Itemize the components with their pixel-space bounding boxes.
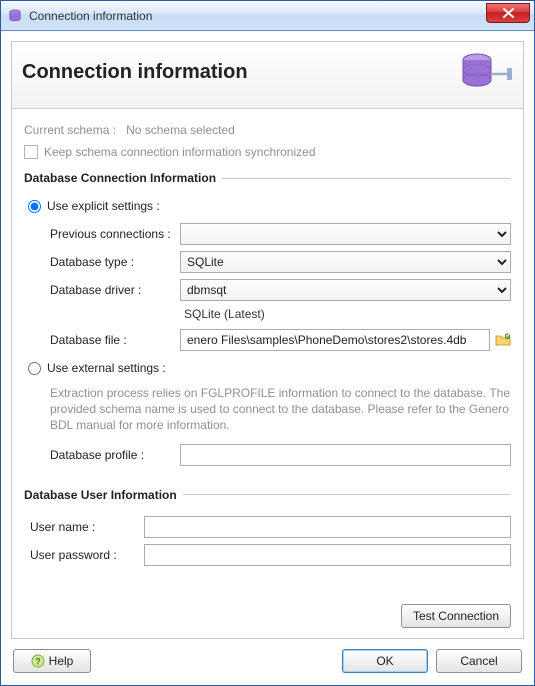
dialog-button-bar: ? Help OK Cancel [11,639,524,675]
previous-connections-label: Previous connections : [24,227,180,241]
close-button[interactable] [486,3,530,23]
titlebar-title: Connection information [29,9,152,23]
database-driver-label: Database driver : [24,283,180,297]
current-schema-label: Current schema : [24,123,116,137]
keep-sync-checkbox[interactable] [24,145,38,159]
external-settings-label: Use external settings : [47,361,166,375]
titlebar-app-icon [7,8,23,24]
cancel-label: Cancel [460,654,497,668]
explicit-settings-radio[interactable] [28,200,41,213]
database-file-input[interactable] [180,329,490,351]
titlebar: Connection information [1,1,534,31]
db-connection-legend: Database Connection Information [24,171,222,185]
ok-button[interactable]: OK [342,649,428,673]
client-area: Connection information Current schema : [1,31,534,685]
user-name-label: User name : [24,520,144,534]
driver-note: SQLite (Latest) [180,307,511,321]
ok-label: OK [376,654,393,668]
close-icon [503,6,514,21]
keep-sync-label: Keep schema connection information synch… [44,145,316,159]
user-password-label: User password : [24,548,144,562]
help-button[interactable]: ? Help [13,649,91,673]
previous-connections-select[interactable] [180,223,511,245]
browse-folder-icon[interactable] [494,331,511,349]
svg-text:?: ? [35,657,41,667]
database-profile-input[interactable] [180,444,511,466]
db-connection-fieldset: Database Connection Information Use expl… [24,171,511,478]
database-profile-label: Database profile : [24,448,180,462]
user-name-input[interactable] [144,516,511,538]
database-type-select[interactable]: SQLite [180,251,511,273]
current-schema-value: No schema selected [126,123,235,137]
dialog-window: Connection information Connection inform… [0,0,535,686]
explicit-settings-label: Use explicit settings : [47,199,160,213]
schema-area: Current schema : No schema selected Keep… [24,123,511,159]
database-driver-select[interactable]: dbmsqt [180,279,511,301]
user-password-input[interactable] [144,544,511,566]
test-connection-button[interactable]: Test Connection [401,604,511,628]
cancel-button[interactable]: Cancel [436,649,522,673]
database-file-label: Database file : [24,333,180,347]
page-title: Connection information [16,61,248,84]
database-type-label: Database type : [24,255,180,269]
db-user-fieldset: Database User Information User name : Us… [24,488,511,578]
db-user-legend: Database User Information [24,488,183,502]
header-band: Connection information [12,42,523,109]
test-connection-label: Test Connection [413,609,499,623]
help-icon: ? [31,654,45,668]
external-settings-note: Extraction process relies on FGLPROFILE … [50,385,511,434]
content-frame: Connection information Current schema : [11,41,524,639]
external-settings-radio[interactable] [28,362,41,375]
database-illustration-icon [457,50,513,94]
help-label: Help [49,654,74,668]
